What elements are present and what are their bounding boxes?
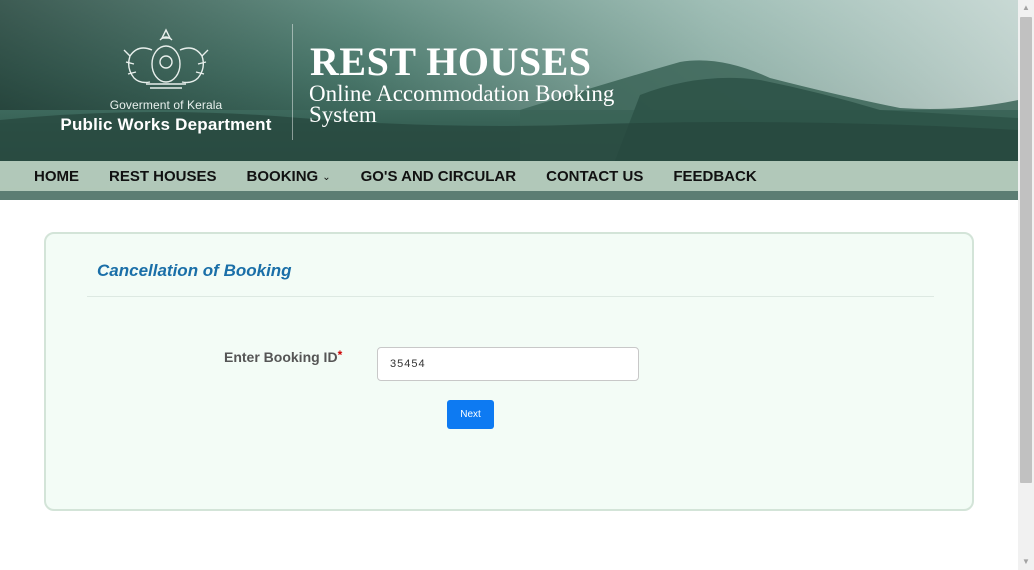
required-marker: *: [337, 348, 343, 362]
main-nav-bar: HOME REST HOUSES BOOKING ⌄ GO'S AND CIRCU…: [0, 161, 1018, 191]
site-subtitle: Online Accommodation Booking System: [309, 81, 615, 127]
kerala-emblem-icon: [123, 28, 209, 89]
chevron-down-icon: ⌄: [322, 171, 331, 183]
site-title: REST HOUSES: [310, 39, 592, 84]
nav-item-contact-us[interactable]: CONTACT US: [531, 168, 658, 185]
nav-item-feedback[interactable]: FEEDBACK: [658, 168, 771, 185]
scroll-up-icon[interactable]: ▲: [1018, 0, 1034, 16]
title-divider: [87, 296, 934, 297]
department-label: Public Works Department: [60, 115, 272, 134]
nav-item-rest-houses[interactable]: REST HOUSES: [94, 168, 232, 185]
booking-id-label: Enter Booking ID*: [224, 348, 343, 365]
booking-id-label-text: Enter Booking ID: [224, 349, 338, 365]
scrollbar-thumb[interactable]: [1020, 17, 1032, 483]
page-title: Cancellation of Booking: [97, 261, 292, 280]
booking-id-input[interactable]: [377, 347, 639, 381]
nav-item-booking-label: BOOKING: [246, 167, 319, 185]
government-label: Goverment of Kerala: [109, 98, 223, 112]
nav-item-home[interactable]: HOME: [0, 168, 94, 185]
next-button[interactable]: Next: [447, 400, 494, 429]
header-divider: [292, 24, 293, 140]
cancellation-panel: Cancellation of Booking Enter Booking ID…: [44, 232, 974, 511]
scroll-down-icon[interactable]: ▼: [1018, 554, 1034, 570]
nav-item-gos-and-circular[interactable]: GO'S AND CIRCULAR: [346, 168, 532, 185]
vertical-scrollbar[interactable]: ▲ ▼: [1018, 0, 1034, 570]
nav-item-booking[interactable]: BOOKING ⌄: [232, 168, 346, 185]
logo-block: Goverment of Kerala Public Works Departm…: [48, 26, 284, 135]
